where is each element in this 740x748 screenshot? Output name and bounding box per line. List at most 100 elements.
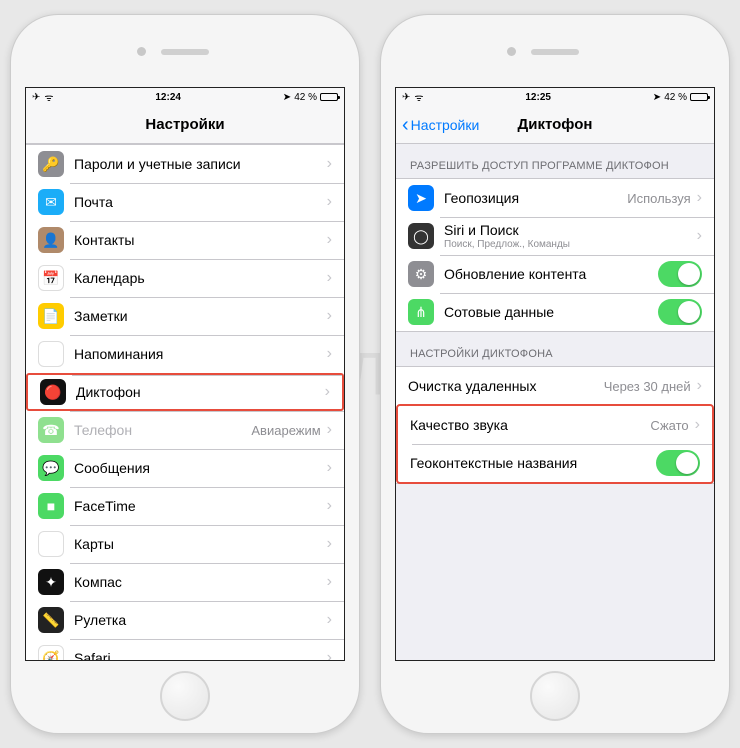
app-icon: 📅 bbox=[38, 265, 64, 291]
app-icon: 🔴 bbox=[40, 379, 66, 405]
toggle-switch[interactable] bbox=[658, 261, 702, 287]
settings-row[interactable]: ☎ТелефонАвиарежим› bbox=[26, 411, 344, 449]
chevron-right-icon: › bbox=[327, 155, 332, 173]
chevron-right-icon: › bbox=[697, 377, 702, 395]
row-label: Рулетка bbox=[74, 612, 327, 628]
settings-row[interactable]: ⋮Напоминания› bbox=[26, 335, 344, 373]
chevron-right-icon: › bbox=[327, 573, 332, 591]
app-icon: 🔑 bbox=[38, 151, 64, 177]
location-icon: ➤ bbox=[283, 92, 291, 103]
settings-row[interactable]: 🔑Пароли и учетные записи› bbox=[26, 145, 344, 183]
camera-dot bbox=[137, 47, 146, 56]
nav-title: Настройки bbox=[145, 116, 224, 133]
airplane-icon: ✈ bbox=[32, 92, 40, 103]
access-row[interactable]: ◯ Siri и ПоискПоиск, Предлож., Команды› bbox=[396, 217, 714, 255]
airplane-icon: ✈ bbox=[402, 92, 410, 103]
chevron-right-icon: › bbox=[327, 535, 332, 553]
status-bar: ✈ ᯤ 12:25 ➤ 42 % bbox=[396, 88, 714, 106]
chevron-right-icon: › bbox=[327, 421, 332, 439]
row-label: Телефон bbox=[74, 422, 251, 438]
app-icon: ☎ bbox=[38, 417, 64, 443]
speaker-slot bbox=[161, 49, 209, 55]
settings-row[interactable]: Геоконтекстные названия bbox=[398, 444, 712, 482]
app-icon: 💬 bbox=[38, 455, 64, 481]
row-label: Карты bbox=[74, 536, 327, 552]
chevron-right-icon: › bbox=[327, 611, 332, 629]
settings-row[interactable]: Очистка удаленныхЧерез 30 дней › bbox=[396, 367, 714, 405]
dictaphone-content[interactable]: РАЗРЕШИТЬ ДОСТУП ПРОГРАММЕ ДИКТОФОН ➤ Гео… bbox=[396, 144, 714, 660]
row-detail: Используя bbox=[627, 191, 690, 206]
row-label: Сотовые данные bbox=[444, 304, 658, 320]
row-label: Сообщения bbox=[74, 460, 327, 476]
row-label: Геоконтекстные названия bbox=[410, 455, 656, 471]
home-button[interactable] bbox=[530, 671, 580, 721]
chevron-right-icon: › bbox=[697, 189, 702, 207]
chevron-right-icon: › bbox=[327, 193, 332, 211]
chevron-right-icon: › bbox=[327, 231, 332, 249]
app-icon: 👤 bbox=[38, 227, 64, 253]
row-label: Обновление контента bbox=[444, 266, 658, 282]
settings-row[interactable]: ✦ Компас› bbox=[26, 563, 344, 601]
settings-row[interactable]: 🗺 Карты› bbox=[26, 525, 344, 563]
status-time: 12:25 bbox=[525, 92, 551, 103]
app-icon: ⚙ bbox=[408, 261, 434, 287]
row-label: Календарь bbox=[74, 270, 327, 286]
row-label: Качество звука bbox=[410, 417, 650, 433]
app-icon: 🗺 bbox=[38, 531, 64, 557]
row-label: Почта bbox=[74, 194, 327, 210]
settings-row[interactable]: 📄Заметки› bbox=[26, 297, 344, 335]
screen-right: ✈ ᯤ 12:25 ➤ 42 % ‹ Настройки Диктофон РА… bbox=[395, 87, 715, 661]
access-row[interactable]: ➤ГеопозицияИспользуя› bbox=[396, 179, 714, 217]
back-button[interactable]: ‹ Настройки bbox=[402, 115, 479, 135]
app-icon: ⋔ bbox=[408, 299, 434, 325]
screen-left: ✈ ᯤ 12:24 ➤ 42 % Настройки 🔑Пароли и уче… bbox=[25, 87, 345, 661]
app-icon: ✦ bbox=[38, 569, 64, 595]
battery-pct: 42 % bbox=[294, 92, 317, 103]
row-detail: Через 30 дней bbox=[604, 379, 691, 394]
chevron-right-icon: › bbox=[697, 227, 702, 245]
app-icon: 🧭 bbox=[38, 645, 64, 660]
row-label: Очистка удаленных bbox=[408, 378, 604, 394]
row-label: Контакты bbox=[74, 232, 327, 248]
home-button[interactable] bbox=[160, 671, 210, 721]
settings-row[interactable]: Качество звукаСжато › bbox=[398, 406, 712, 444]
settings-row[interactable]: 🔴Диктофон› bbox=[26, 373, 344, 411]
row-label: Safari bbox=[74, 650, 327, 660]
settings-row[interactable]: ■FaceTime› bbox=[26, 487, 344, 525]
row-label: FaceTime bbox=[74, 498, 327, 514]
settings-row[interactable]: 🧭 Safari› bbox=[26, 639, 344, 660]
app-icon: ◯ bbox=[408, 223, 434, 249]
settings-row[interactable]: 👤 Контакты› bbox=[26, 221, 344, 259]
phone-left: ✈ ᯤ 12:24 ➤ 42 % Настройки 🔑Пароли и уче… bbox=[10, 14, 360, 734]
settings-row[interactable]: ✉Почта› bbox=[26, 183, 344, 221]
row-label: Siri и Поиск bbox=[444, 222, 697, 238]
chevron-right-icon: › bbox=[327, 269, 332, 287]
back-label: Настройки bbox=[411, 117, 480, 133]
nav-bar: ‹ Настройки Диктофон bbox=[396, 106, 714, 144]
toggle-switch[interactable] bbox=[658, 299, 702, 325]
row-subtitle: Поиск, Предлож., Команды bbox=[444, 239, 697, 250]
row-detail: Сжато bbox=[650, 418, 688, 433]
chevron-right-icon: › bbox=[327, 649, 332, 660]
access-row[interactable]: ⚙ Обновление контента bbox=[396, 255, 714, 293]
chevron-right-icon: › bbox=[325, 383, 330, 401]
nav-bar: Настройки bbox=[26, 106, 344, 144]
settings-row[interactable]: 💬 Сообщения› bbox=[26, 449, 344, 487]
chevron-right-icon: › bbox=[327, 307, 332, 325]
app-icon: ➤ bbox=[408, 185, 434, 211]
phone-right: ✈ ᯤ 12:25 ➤ 42 % ‹ Настройки Диктофон РА… bbox=[380, 14, 730, 734]
settings-content[interactable]: 🔑Пароли и учетные записи›✉Почта› 👤 Контакт… bbox=[26, 144, 344, 660]
wifi-icon: ᯤ bbox=[44, 90, 53, 104]
access-row[interactable]: ⋔ Сотовые данные bbox=[396, 293, 714, 331]
toggle-switch[interactable] bbox=[656, 450, 700, 476]
settings-row[interactable]: 📏Рулетка› bbox=[26, 601, 344, 639]
section-header-access: РАЗРЕШИТЬ ДОСТУП ПРОГРАММЕ ДИКТОФОН bbox=[396, 144, 714, 178]
app-icon: ■ bbox=[38, 493, 64, 519]
chevron-right-icon: › bbox=[695, 416, 700, 434]
camera-dot bbox=[507, 47, 516, 56]
row-label: Заметки bbox=[74, 308, 327, 324]
row-label: Компас bbox=[74, 574, 327, 590]
chevron-right-icon: › bbox=[327, 459, 332, 477]
settings-row[interactable]: 📅 Календарь› bbox=[26, 259, 344, 297]
app-icon: ⋮ bbox=[38, 341, 64, 367]
